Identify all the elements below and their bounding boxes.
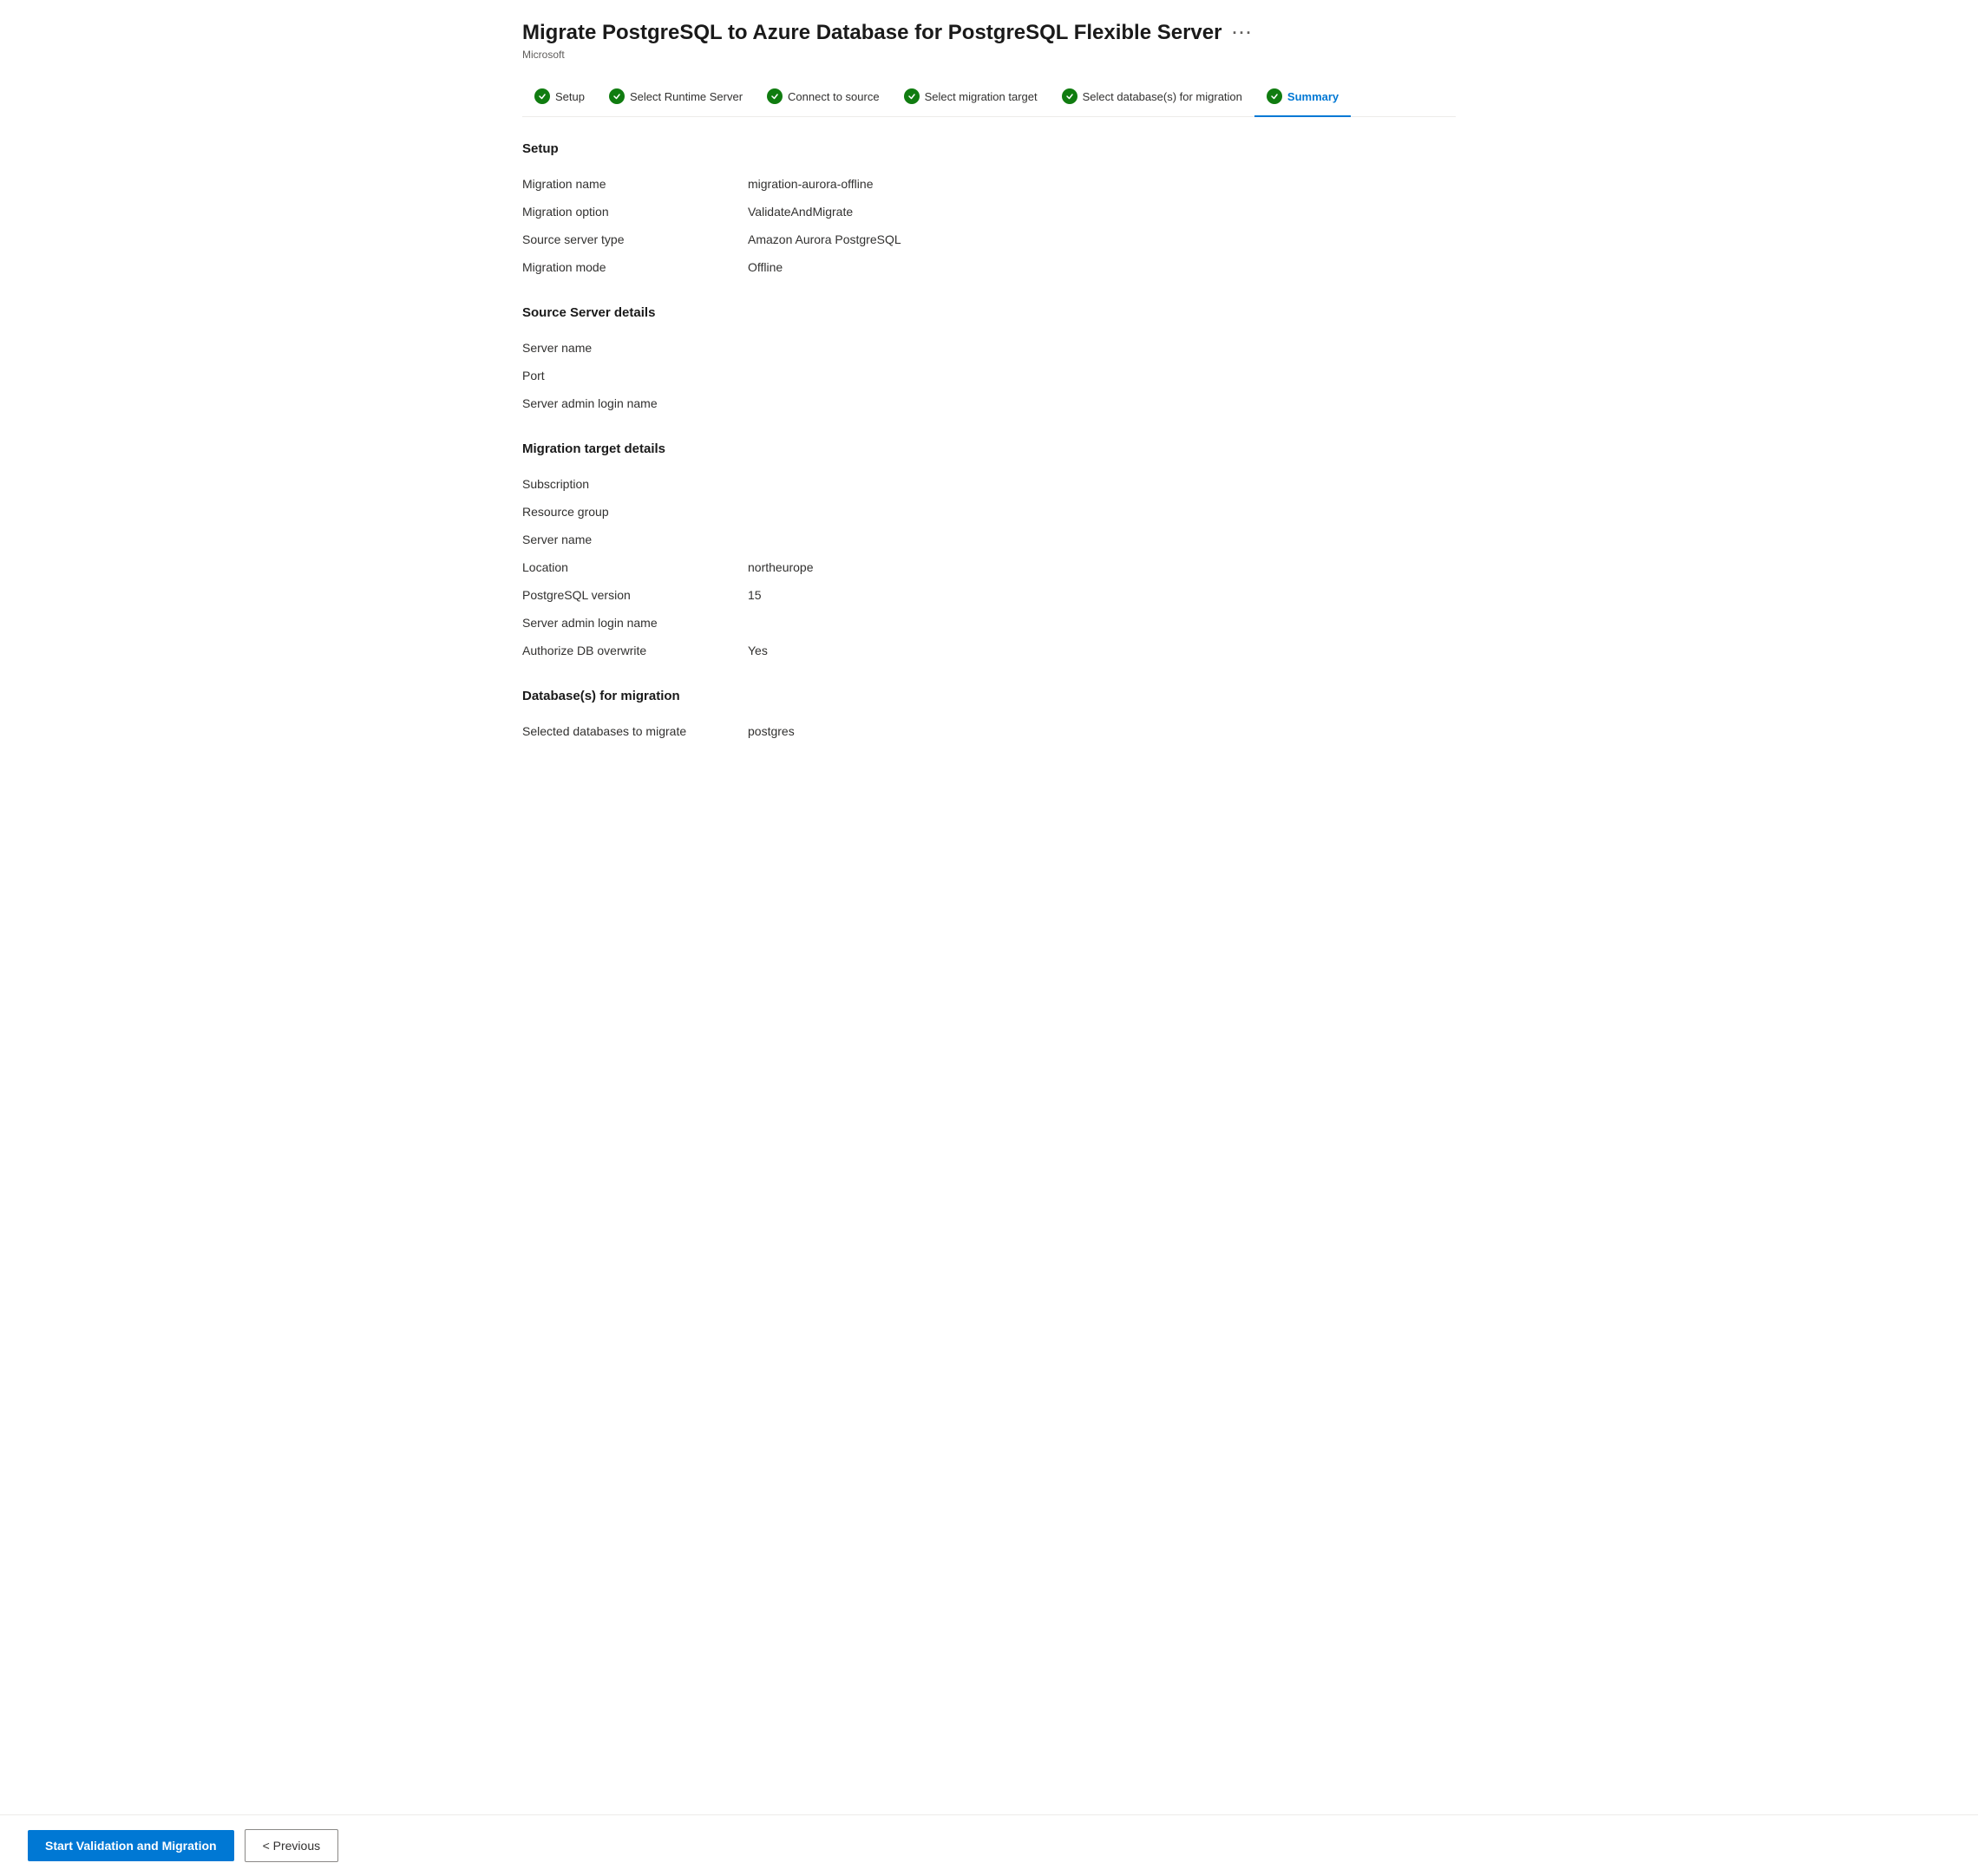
migration-name-value: migration-aurora-offline — [748, 170, 1456, 198]
step-check-summary — [1267, 88, 1282, 104]
wizard-steps: Setup Select Runtime Server Connect to s… — [522, 78, 1456, 117]
step-source[interactable]: Connect to source — [755, 78, 892, 116]
migration-mode-label: Migration mode — [522, 253, 748, 281]
previous-button[interactable]: < Previous — [245, 1829, 339, 1862]
step-runtime[interactable]: Select Runtime Server — [597, 78, 755, 116]
source-server-details: Server name Port Server admin login name — [522, 334, 1456, 417]
source-server-type-label: Source server type — [522, 226, 748, 253]
step-check-runtime — [609, 88, 625, 104]
target-admin-login-value — [748, 609, 1456, 637]
step-label-summary: Summary — [1287, 90, 1339, 103]
footer: Start Validation and Migration < Previou… — [0, 1814, 1978, 1876]
source-server-name-label: Server name — [522, 334, 748, 362]
location-label: Location — [522, 553, 748, 581]
databases-details: Selected databases to migrate postgres — [522, 717, 1456, 745]
page-title: Migrate PostgreSQL to Azure Database for… — [522, 21, 1253, 45]
step-setup[interactable]: Setup — [522, 78, 597, 116]
target-server-name-label: Server name — [522, 526, 748, 553]
source-server-section: Source Server details Server name Port S… — [522, 305, 1456, 417]
migration-option-label: Migration option — [522, 198, 748, 226]
step-summary[interactable]: Summary — [1254, 78, 1351, 116]
setup-header: Setup — [522, 141, 1456, 156]
step-check-setup — [534, 88, 550, 104]
databases-header: Database(s) for migration — [522, 689, 1456, 703]
step-check-source — [767, 88, 783, 104]
migration-target-section: Migration target details Subscription Re… — [522, 441, 1456, 664]
subscription-label: Subscription — [522, 470, 748, 498]
step-label-source: Connect to source — [788, 90, 880, 103]
selected-databases-value: postgres — [748, 717, 1456, 745]
authorize-db-overwrite-label: Authorize DB overwrite — [522, 637, 748, 664]
setup-details: Migration name migration-aurora-offline … — [522, 170, 1456, 281]
resource-group-value — [748, 498, 1456, 526]
setup-section: Setup Migration name migration-aurora-of… — [522, 141, 1456, 281]
subscription-value — [748, 470, 1456, 498]
start-validation-button[interactable]: Start Validation and Migration — [28, 1830, 234, 1861]
selected-databases-label: Selected databases to migrate — [522, 717, 748, 745]
target-server-name-value — [748, 526, 1456, 553]
migration-target-header: Migration target details — [522, 441, 1456, 456]
source-server-name-value — [748, 334, 1456, 362]
migration-target-details: Subscription Resource group Server name … — [522, 470, 1456, 664]
step-label-runtime: Select Runtime Server — [630, 90, 743, 103]
step-label-setup: Setup — [555, 90, 585, 103]
migration-name-label: Migration name — [522, 170, 748, 198]
step-label-databases: Select database(s) for migration — [1083, 90, 1242, 103]
migration-option-value: ValidateAndMigrate — [748, 198, 1456, 226]
step-check-databases — [1062, 88, 1077, 104]
postgresql-version-value: 15 — [748, 581, 1456, 609]
source-port-label: Port — [522, 362, 748, 389]
source-admin-login-value — [748, 389, 1456, 417]
location-value: northeurope — [748, 553, 1456, 581]
databases-section: Database(s) for migration Selected datab… — [522, 689, 1456, 745]
source-server-type-value: Amazon Aurora PostgreSQL — [748, 226, 1456, 253]
target-admin-login-label: Server admin login name — [522, 609, 748, 637]
resource-group-label: Resource group — [522, 498, 748, 526]
postgresql-version-label: PostgreSQL version — [522, 581, 748, 609]
ellipsis-menu[interactable]: ··· — [1232, 24, 1253, 42]
step-label-target: Select migration target — [925, 90, 1038, 103]
step-databases[interactable]: Select database(s) for migration — [1050, 78, 1254, 116]
source-port-value — [748, 362, 1456, 389]
source-server-header: Source Server details — [522, 305, 1456, 320]
content-area: Setup Migration name migration-aurora-of… — [522, 141, 1456, 856]
authorize-db-overwrite-value: Yes — [748, 637, 1456, 664]
source-admin-login-label: Server admin login name — [522, 389, 748, 417]
step-check-target — [904, 88, 920, 104]
step-target[interactable]: Select migration target — [892, 78, 1050, 116]
publisher-label: Microsoft — [522, 49, 1456, 61]
migration-mode-value: Offline — [748, 253, 1456, 281]
